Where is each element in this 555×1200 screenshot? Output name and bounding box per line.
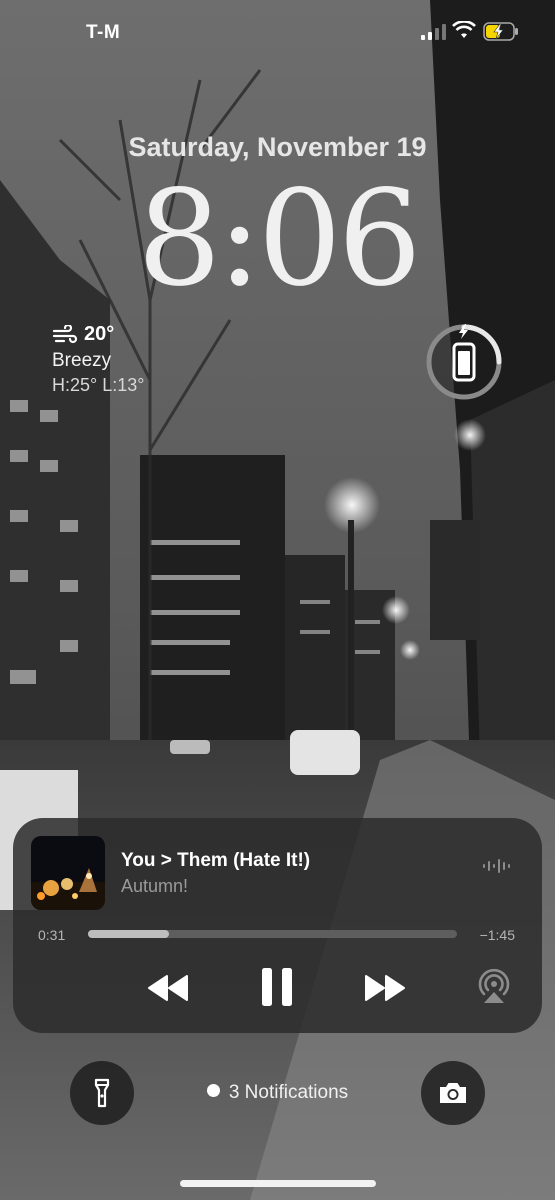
status-bar: T-M bbox=[0, 0, 555, 60]
rewind-icon bbox=[148, 975, 188, 1001]
notifications-label: 3 Notifications bbox=[228, 1082, 349, 1103]
waveform-icon bbox=[483, 858, 511, 874]
progress-fill bbox=[88, 930, 170, 938]
weather-temperature: 20° bbox=[84, 323, 115, 345]
notification-dot bbox=[206, 1084, 220, 1097]
weather-high-low: H:25° L:13° bbox=[52, 375, 145, 395]
track-artist: Autumn! bbox=[121, 876, 189, 896]
album-artwork[interactable] bbox=[31, 836, 105, 910]
airplay-icon bbox=[478, 968, 510, 1003]
remaining-time: −1:45 bbox=[479, 927, 515, 943]
wind-icon bbox=[52, 323, 78, 345]
lock-clock: 8:06 bbox=[137, 162, 421, 316]
carrier-label: T-M bbox=[86, 22, 121, 43]
lock-date: Saturday, November 19 bbox=[128, 132, 427, 162]
next-track-button[interactable] bbox=[364, 974, 406, 1002]
airplay-button[interactable] bbox=[477, 968, 511, 1004]
cellular-signal-icon bbox=[421, 24, 447, 40]
progress-scrubber[interactable] bbox=[88, 930, 457, 938]
track-title: You > Them (Hate It!) bbox=[121, 850, 311, 871]
pause-icon bbox=[262, 968, 292, 1006]
camera-button[interactable] bbox=[421, 1061, 485, 1125]
camera-icon bbox=[440, 1083, 466, 1103]
pause-button[interactable] bbox=[260, 967, 294, 1007]
fast-forward-icon bbox=[365, 975, 405, 1001]
weather-condition: Breezy bbox=[52, 350, 112, 371]
weather-widget[interactable]: 20° Breezy H:25° L:13° bbox=[52, 323, 144, 396]
wifi-icon bbox=[452, 20, 476, 40]
battery-widget[interactable] bbox=[424, 322, 504, 402]
now-playing-widget[interactable]: You > Them (Hate It!) Autumn! 0:31 −1:45 bbox=[13, 818, 542, 1033]
elapsed-time: 0:31 bbox=[38, 927, 66, 943]
home-indicator[interactable] bbox=[180, 1180, 376, 1187]
battery-charging-icon bbox=[483, 22, 519, 41]
previous-track-button[interactable] bbox=[147, 974, 189, 1002]
